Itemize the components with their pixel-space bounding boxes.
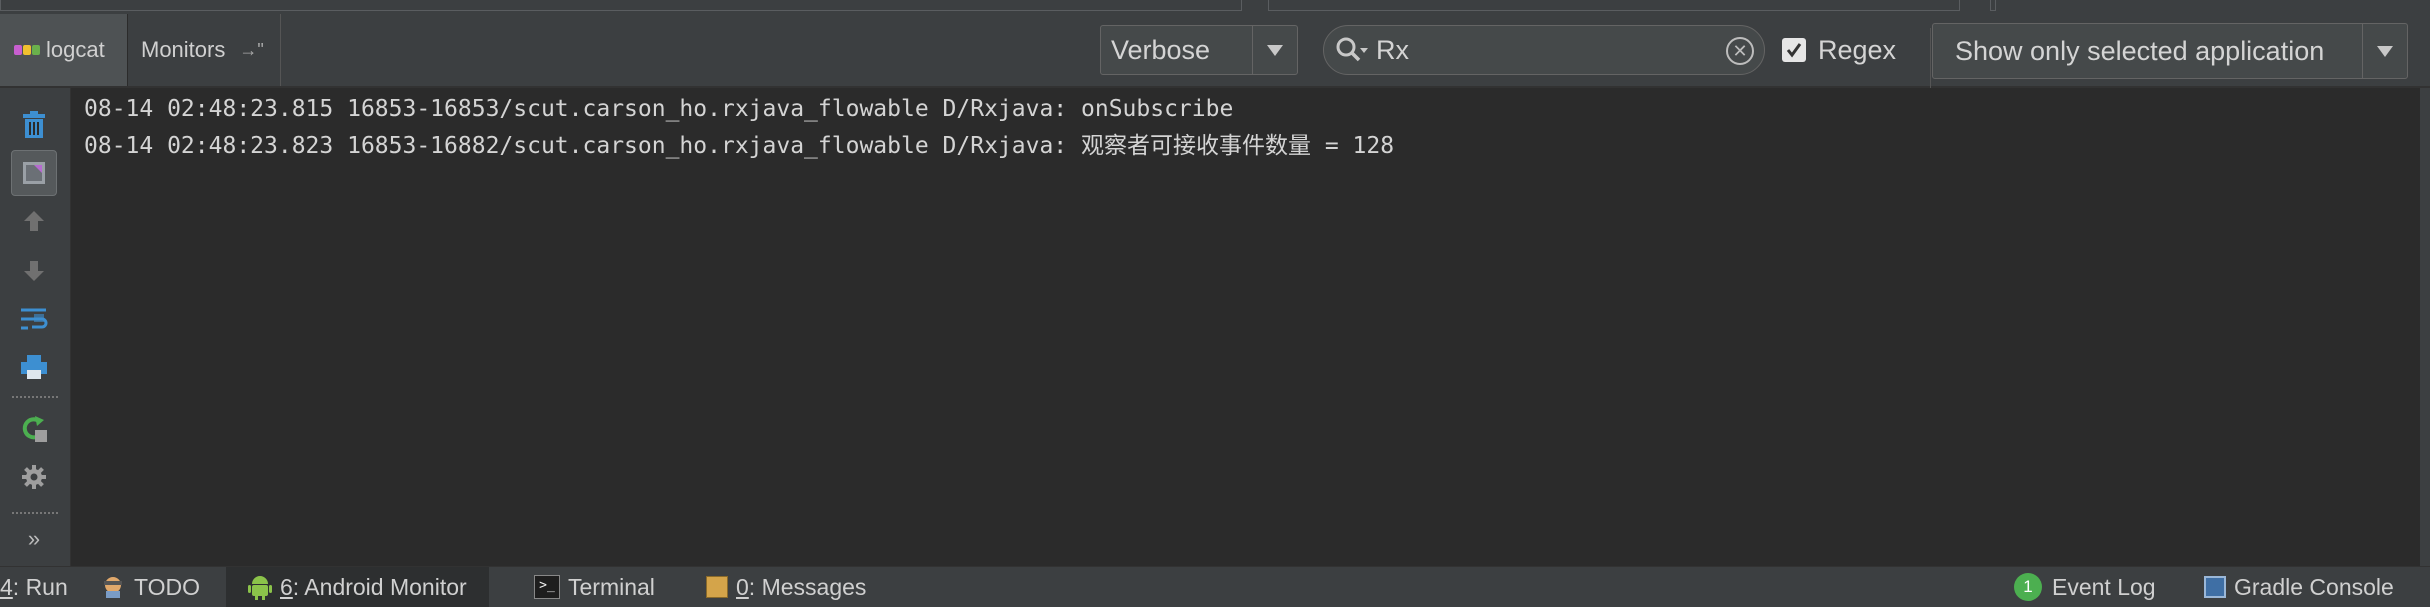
settings-button[interactable] [11, 454, 57, 500]
todo-tool-button[interactable]: TODO [100, 567, 200, 607]
top-strip [0, 0, 2430, 14]
soft-wrap-icon [21, 308, 48, 330]
scroll-to-end-button[interactable] [11, 150, 57, 196]
more-icon: » [27, 526, 41, 551]
tool-window-bar: 4: Run TODO 6: Android Monitor >_ Termin… [0, 566, 2430, 607]
messages-icon [706, 576, 728, 598]
scroll-to-end-icon [23, 162, 45, 184]
tab-logcat-label: logcat [46, 37, 105, 62]
log-line: 08-14 02:48:23.823 16853-16882/scut.cars… [84, 133, 1395, 159]
terminal-label: Terminal [568, 573, 655, 600]
logcat-toolbar: logcat Monitors →" Verbose ✕ Regex Show … [0, 14, 2430, 98]
up-arrow-icon [24, 211, 44, 231]
top-strip-segment [1268, 0, 1960, 11]
terminal-tool-button[interactable]: >_ Terminal [534, 567, 655, 607]
app-filter-dropdown-arrow[interactable] [2362, 24, 2407, 78]
gradle-console-label: Gradle Console [2234, 573, 2394, 600]
logcat-output[interactable]: 08-14 02:48:23.815 16853-16853/scut.cars… [72, 88, 2420, 566]
tab-monitors-label: Monitors [141, 37, 226, 62]
clear-logcat-button[interactable] [11, 102, 57, 148]
log-level-dropdown-arrow[interactable] [1252, 26, 1297, 74]
android-monitor-label: : Android Monitor [292, 573, 467, 600]
todo-icon [104, 577, 122, 598]
print-button[interactable] [11, 344, 57, 390]
android-monitor-tool-button[interactable]: 6: Android Monitor [226, 567, 489, 607]
event-count-badge: 1 [2014, 573, 2042, 601]
messages-tool-button[interactable]: 0: Messages [706, 567, 866, 607]
print-icon [21, 355, 47, 379]
logcat-side-toolbar: » [0, 88, 71, 566]
run-mnemonic: 4 [0, 573, 13, 600]
run-tool-button[interactable]: 4: Run [0, 567, 68, 607]
regex-label: Regex [1818, 34, 1897, 65]
messages-label: : Messages [748, 573, 867, 600]
android-monitor-mnemonic: 6 [280, 573, 293, 600]
top-strip-segment [1990, 0, 1996, 11]
tab-monitors[interactable]: Monitors →" [129, 14, 281, 86]
android-icon [248, 576, 272, 600]
top-strip-segment [0, 0, 1242, 11]
tab-overflow-icon: →" [239, 39, 264, 60]
vertical-scrollbar[interactable] [2420, 88, 2430, 566]
soft-wrap-button[interactable] [11, 296, 57, 342]
gear-icon [22, 465, 46, 489]
search-icon[interactable] [1334, 35, 1374, 65]
terminal-icon: >_ [534, 575, 560, 599]
more-actions-button[interactable]: » [11, 516, 57, 562]
search-field[interactable]: ✕ [1323, 25, 1765, 75]
toolbar-separator [12, 396, 58, 398]
gradle-console-tool-button[interactable]: Gradle Console [2204, 567, 2394, 607]
messages-mnemonic: 0 [736, 573, 749, 600]
run-label: : Run [12, 573, 68, 600]
log-line: 08-14 02:48:23.815 16853-16853/scut.cars… [84, 96, 1234, 122]
regex-checkbox[interactable]: Regex [1782, 25, 1896, 75]
clear-search-icon[interactable]: ✕ [1726, 37, 1754, 65]
restart-button[interactable] [11, 406, 57, 452]
previous-occurrence-button[interactable] [11, 198, 57, 244]
log-level-select[interactable]: Verbose [1100, 25, 1298, 75]
trash-icon [23, 111, 45, 138]
app-filter-value: Show only selected application [1955, 35, 2325, 66]
search-input[interactable] [1374, 34, 1716, 66]
next-occurrence-button[interactable] [11, 248, 57, 294]
tab-logcat[interactable]: logcat [0, 14, 128, 86]
chevron-down-icon [1267, 44, 1283, 56]
todo-label: TODO [134, 573, 201, 600]
restart-icon [22, 416, 47, 442]
gradle-console-icon [2204, 576, 2226, 598]
toolbar-separator [12, 512, 58, 514]
down-arrow-icon [24, 261, 44, 281]
event-log-tool-button[interactable]: 1 Event Log [2014, 567, 2156, 607]
log-level-value: Verbose [1111, 34, 1211, 65]
event-log-label: Event Log [2052, 573, 2156, 600]
checkbox-checked-icon[interactable] [1782, 38, 1806, 62]
app-filter-select[interactable]: Show only selected application [1932, 23, 2408, 79]
logcat-icon [14, 42, 40, 58]
chevron-down-icon [2377, 45, 2393, 57]
